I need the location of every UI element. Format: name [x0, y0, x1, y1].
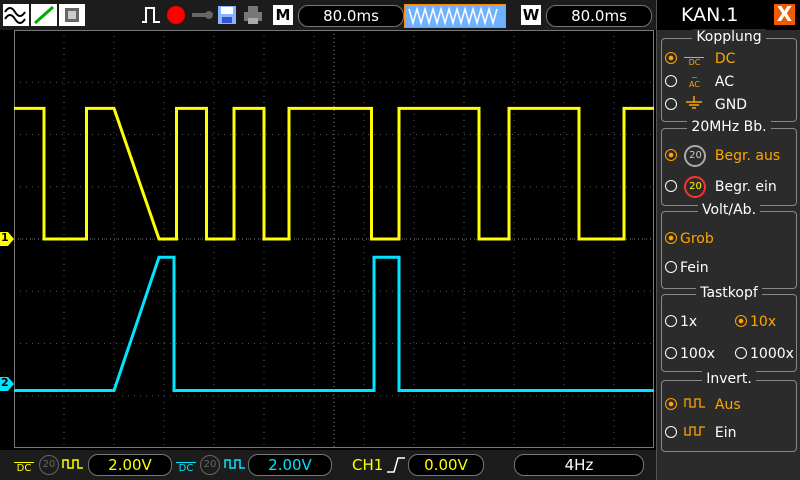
dc-coupling-icon: DC: [684, 52, 705, 67]
invert-off-option[interactable]: Aus: [665, 396, 741, 414]
probe-1000x-label: 1000x: [750, 346, 794, 362]
radio-fine[interactable]: [665, 261, 677, 273]
radio-dc[interactable]: [665, 52, 677, 64]
ch1-volts-div[interactable]: 2.00V: [88, 454, 172, 476]
radio-invert-off[interactable]: [665, 398, 677, 410]
frequency-readout: 4Hz: [514, 454, 644, 476]
probe-1000x-option[interactable]: 1000x: [735, 346, 794, 362]
radio-ac[interactable]: [665, 75, 677, 87]
ch1-invert-icon[interactable]: [62, 456, 84, 476]
radio-probe-1000x[interactable]: [735, 347, 747, 359]
voltdiv-fine-option[interactable]: Fein: [665, 260, 709, 276]
bandwidth-off-option[interactable]: 20 Begr. aus: [665, 145, 780, 167]
bandwidth-on-option[interactable]: 20 Begr. ein: [665, 176, 777, 198]
trigger-pulse-icon[interactable]: [140, 4, 162, 26]
radio-gnd[interactable]: [665, 98, 677, 110]
panel-title: KAN.1: [681, 4, 739, 26]
ch2-marker-label: 2: [1, 376, 9, 389]
coupling-ac-option[interactable]: ~ AC AC: [665, 74, 734, 90]
probe-1x-option[interactable]: 1x: [665, 314, 697, 330]
voltdiv-title: Volt/Ab.: [697, 202, 761, 218]
bottom-status-bar: DC 20 2.00V DC 20 2.00V CH1 0.00V 4Hz: [0, 450, 656, 480]
radio-probe-10x[interactable]: [735, 315, 747, 327]
close-icon[interactable]: X: [774, 4, 795, 25]
ch2-coupling-dc-icon[interactable]: DC: [176, 456, 196, 476]
ch2-bandwidth-icon[interactable]: 20: [200, 455, 220, 475]
main-timebase-label: M: [273, 5, 293, 25]
ch1-trace: [14, 106, 654, 241]
measure-line-icon[interactable]: [31, 4, 57, 26]
probe-100x-label: 100x: [680, 346, 716, 362]
screenshot-icon[interactable]: [59, 4, 85, 26]
ac-coupling-icon: ~ AC: [688, 73, 700, 90]
trigger-source[interactable]: CH1: [352, 455, 383, 475]
top-toolbar: M 80.0ms W 80.0ms: [0, 0, 656, 30]
channel-menu-panel: KAN.1 X Kopplung DC DC ~ AC AC GND 20MHz …: [656, 0, 800, 480]
waveform-screen[interactable]: [14, 30, 654, 448]
bandwidth-on-label: Begr. ein: [714, 179, 777, 195]
radio-probe-100x[interactable]: [665, 347, 677, 359]
ch1-marker[interactable]: 1: [0, 231, 14, 250]
probe-10x-label: 10x: [750, 314, 777, 330]
normal-wave-icon: [684, 396, 706, 414]
coupling-ac-label: AC: [714, 74, 735, 90]
probe-100x-option[interactable]: 100x: [665, 346, 715, 362]
window-timebase-label: W: [521, 5, 541, 25]
probe-1x-label: 1x: [680, 314, 698, 330]
panel-title-bar: KAN.1 X: [657, 0, 800, 30]
voltdiv-coarse-label: Grob: [680, 231, 714, 247]
bandwidth-title: 20MHz Bb.: [687, 119, 771, 135]
bandwidth-off-icon: 20: [684, 145, 707, 167]
ch2-volts-div[interactable]: 2.00V: [248, 454, 332, 476]
radio-bw-on[interactable]: [665, 180, 677, 192]
radio-bw-off[interactable]: [665, 149, 677, 161]
inverted-wave-icon: [684, 424, 706, 442]
bandwidth-on-icon: 20: [684, 176, 707, 198]
save-icon[interactable]: [216, 4, 238, 26]
ch2-invert-icon[interactable]: [224, 456, 246, 476]
voltdiv-group: [661, 211, 797, 289]
trigger-level[interactable]: 0.00V: [408, 454, 484, 476]
window-zoom-waveform[interactable]: [404, 4, 506, 28]
record-icon[interactable]: [165, 4, 187, 26]
kopplung-title: Kopplung: [692, 29, 766, 45]
voltdiv-coarse-option[interactable]: Grob: [665, 231, 714, 247]
radio-probe-1x[interactable]: [665, 315, 677, 327]
radio-invert-on[interactable]: [665, 426, 677, 438]
coupling-gnd-label: GND: [714, 97, 748, 113]
ch1-marker-label: 1: [1, 231, 9, 244]
trigger-rising-edge-icon[interactable]: [386, 456, 406, 478]
probe-10x-option[interactable]: 10x: [735, 314, 776, 330]
invert-on-label: Ein: [714, 425, 737, 441]
window-timebase-value[interactable]: 80.0ms: [546, 5, 652, 27]
voltdiv-fine-label: Fein: [680, 260, 709, 276]
invert-on-option[interactable]: Ein: [665, 424, 737, 442]
print-icon[interactable]: [242, 4, 264, 26]
invert-off-label: Aus: [714, 397, 741, 413]
invert-title: Invert.: [702, 371, 756, 387]
ch2-marker[interactable]: 2: [0, 376, 14, 395]
probe-title: Tastkopf: [696, 285, 762, 301]
main-timebase-value[interactable]: 80.0ms: [298, 5, 404, 27]
coupling-dc-option[interactable]: DC DC: [665, 51, 735, 67]
radio-coarse[interactable]: [665, 232, 677, 244]
bandwidth-off-label: Begr. aus: [714, 148, 781, 164]
autoset-wave-icon[interactable]: [3, 4, 29, 26]
ch1-coupling-dc-icon[interactable]: DC: [14, 456, 34, 476]
waveform-grid: [14, 30, 654, 448]
key-icon: [190, 4, 214, 26]
coupling-dc-label: DC: [714, 51, 736, 67]
coupling-gnd-option[interactable]: GND: [665, 96, 747, 114]
ch1-bandwidth-icon[interactable]: 20: [39, 455, 59, 475]
ground-icon: [684, 96, 704, 114]
